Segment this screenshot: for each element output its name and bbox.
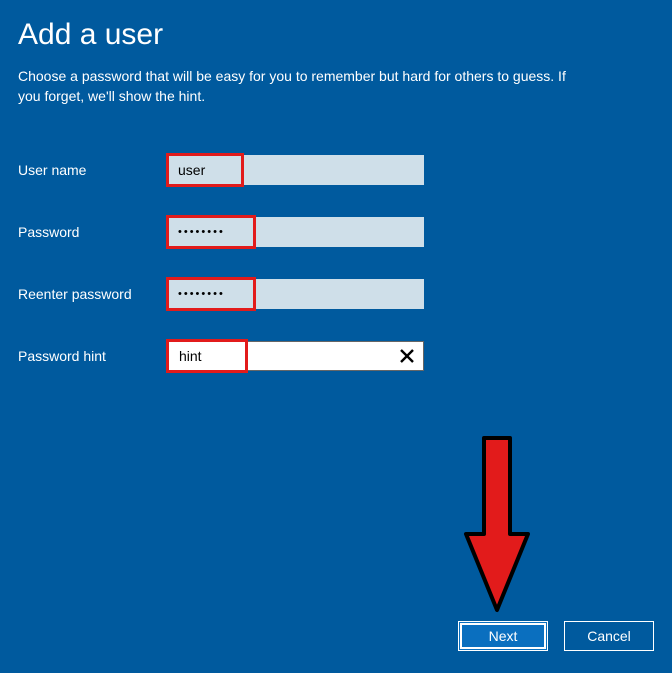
username-input[interactable] xyxy=(168,155,424,185)
clear-icon[interactable] xyxy=(396,345,418,367)
page-title: Add a user xyxy=(18,18,654,52)
cancel-button[interactable]: Cancel xyxy=(564,621,654,651)
username-label: User name xyxy=(18,162,168,178)
password-input[interactable] xyxy=(168,217,424,247)
arrow-annotation xyxy=(462,434,532,619)
reenter-password-label: Reenter password xyxy=(18,286,168,302)
password-label: Password xyxy=(18,224,168,240)
next-button[interactable]: Next xyxy=(458,621,548,651)
password-hint-input[interactable] xyxy=(168,341,424,371)
page-subtitle: Choose a password that will be easy for … xyxy=(18,66,578,107)
password-hint-label: Password hint xyxy=(18,348,168,364)
reenter-password-input[interactable] xyxy=(168,279,424,309)
